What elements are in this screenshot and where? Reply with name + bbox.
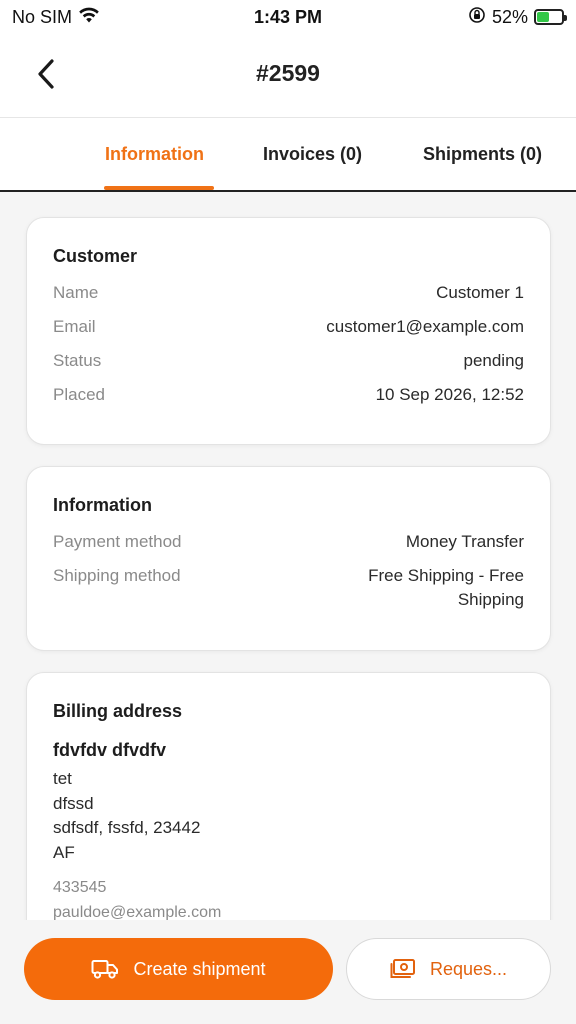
status-left: No SIM	[12, 6, 100, 29]
row-label: Status	[53, 351, 102, 370]
customer-card-title: Customer	[53, 246, 138, 266]
wifi-icon	[78, 6, 100, 29]
row-label: Shipping method	[53, 566, 181, 585]
row-value: 10 Sep 2026, 12:52	[375, 385, 524, 404]
battery-percent: 52%	[491, 6, 528, 27]
active-tab-indicator	[104, 186, 214, 190]
tab-bar: Information Invoices (0) Shipments (0)	[0, 118, 576, 192]
billing-line: AF	[53, 842, 75, 862]
carrier-label: No SIM	[12, 6, 73, 27]
row-label: Name	[53, 283, 99, 302]
shipping-method-row: Shipping method Free Shipping - Free Shi…	[53, 564, 524, 612]
customer-card: Customer Name Customer 1 Email customer1…	[26, 217, 551, 445]
payment-method-row: Payment method Money Transfer	[53, 530, 524, 554]
row-value: Free Shipping - Free Shipping	[368, 566, 524, 609]
customer-status-row: Status pending	[53, 349, 524, 373]
truck-icon	[91, 960, 119, 979]
orientation-lock-icon	[468, 6, 486, 29]
row-value: Customer 1	[436, 283, 524, 302]
information-card: Information Payment method Money Transfe…	[26, 466, 551, 651]
billing-name: fdvfdv dfvdfv	[53, 740, 167, 760]
tab-invoices[interactable]: Invoices (0)	[263, 144, 362, 165]
tab-shipments[interactable]: Shipments (0)	[423, 144, 542, 165]
customer-name-row: Name Customer 1	[53, 281, 524, 305]
billing-phone: 433545	[53, 879, 107, 896]
money-icon	[390, 959, 415, 978]
request-label: Reques...	[429, 958, 508, 979]
back-button[interactable]	[30, 56, 62, 92]
battery-charging-icon	[534, 9, 567, 25]
billing-line: sdfsdf, fssfd, 23442	[53, 818, 201, 837]
billing-line: tet	[53, 769, 72, 788]
billing-line: dfssd	[53, 793, 94, 813]
billing-card-title: Billing address	[53, 701, 183, 721]
customer-placed-row: Placed 10 Sep 2026, 12:52	[53, 383, 524, 407]
chevron-left-icon	[38, 59, 54, 89]
page-title: #2599	[256, 60, 320, 86]
row-label: Payment method	[53, 532, 182, 551]
battery-level	[537, 12, 550, 22]
request-button[interactable]: Reques...	[346, 938, 551, 1000]
row-value: Money Transfer	[405, 532, 524, 551]
row-value: pending	[463, 351, 524, 370]
status-right: 52%	[468, 6, 567, 29]
customer-email-row: Email customer1@example.com	[53, 315, 524, 339]
row-label: Placed	[53, 385, 105, 404]
status-bar: No SIM 1:43 PM 52%	[0, 0, 576, 34]
information-card-title: Information	[53, 495, 152, 515]
create-shipment-button[interactable]: Create shipment	[24, 938, 333, 1000]
create-shipment-label: Create shipment	[133, 958, 266, 979]
row-label: Email	[53, 317, 96, 336]
row-value: customer1@example.com	[326, 317, 524, 336]
bottom-action-bar: Create shipment Reques...	[0, 920, 576, 1024]
app-header: #2599	[0, 34, 576, 118]
order-detail-screen: No SIM 1:43 PM 52% #2599 Information Inv…	[0, 0, 576, 1024]
tab-information[interactable]: Information	[105, 144, 204, 165]
